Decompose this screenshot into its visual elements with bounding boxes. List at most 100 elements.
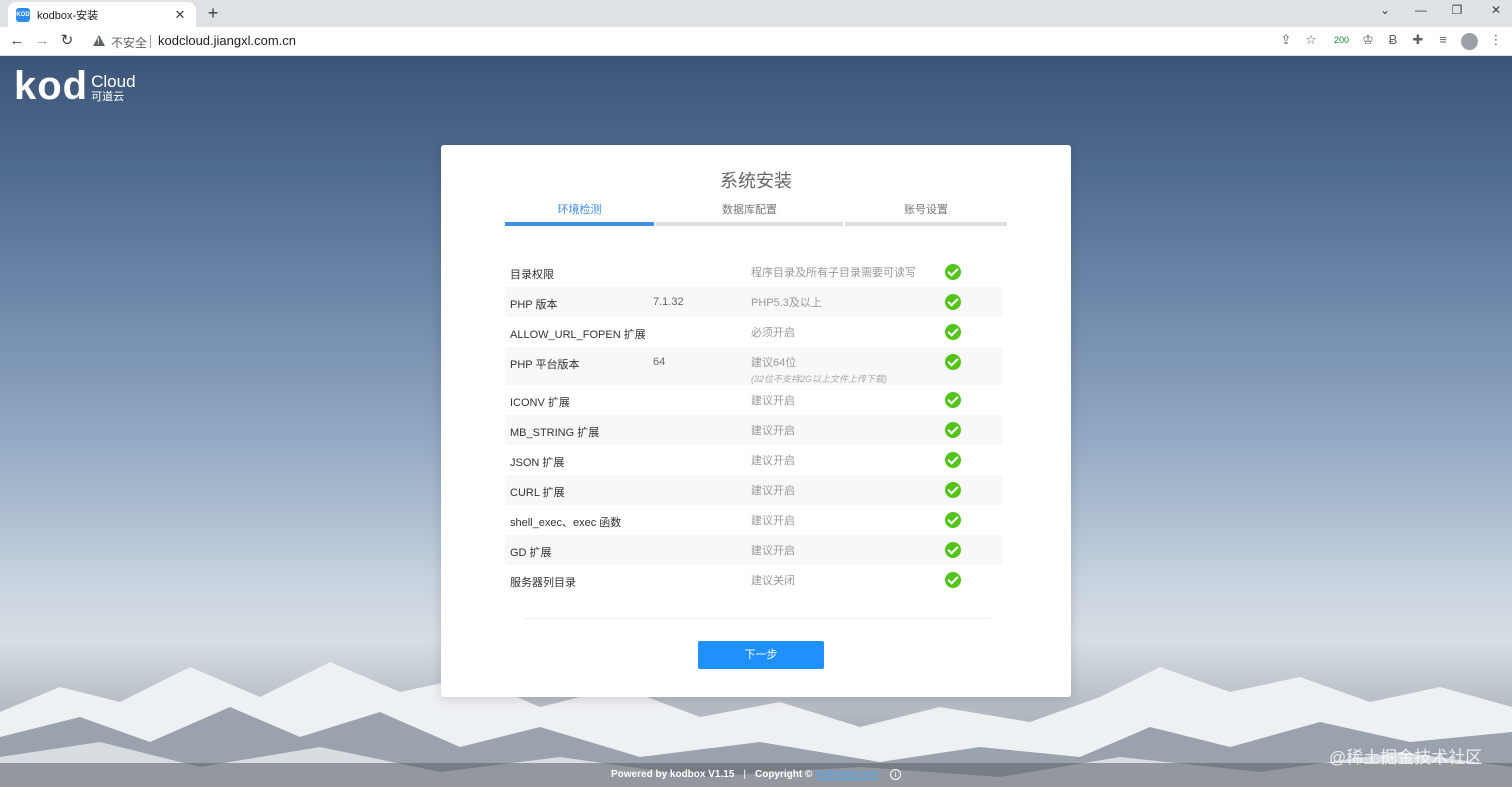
- check-requirement-text: 建议开启: [751, 545, 795, 557]
- environment-check-list: 目录权限 程序目录及所有子目录需要可读写 PHP 版本 7.1.32 PHP5.3及以上…: [505, 257, 1003, 595]
- check-name: MB_STRING 扩展: [510, 427, 600, 439]
- check-requirement-text: 建议开启: [751, 425, 795, 437]
- not-secure-label[interactable]: 不安全: [111, 34, 147, 51]
- check-requirement: 必须开启: [751, 326, 943, 342]
- install-steps: 环境检测 数据库配置 账号设置: [505, 199, 1007, 226]
- footer-content: Powered by kodbox V1.15 | Copyright © ko…: [611, 769, 902, 780]
- kodcloud-link[interactable]: kodcloud.com: [816, 769, 878, 780]
- install-card: 系统安装 环境检测 数据库配置 账号设置 目录权限 程序目录及所有子目录需要可读写…: [441, 145, 1071, 697]
- share-icon[interactable]: ⇪: [1277, 32, 1295, 48]
- kodbox-favicon-icon: KOD: [16, 7, 30, 22]
- kodcloud-logo[interactable]: kod Cloud 可道云: [14, 64, 136, 108]
- check-requirement: PHP5.3及以上: [751, 296, 943, 312]
- check-requirement: 程序目录及所有子目录需要可读写: [751, 266, 943, 282]
- check-row: shell_exec、exec 函数 建议开启: [505, 505, 1003, 535]
- back-icon[interactable]: ←: [7, 31, 27, 51]
- check-row: 服务器列目录 建议关闭: [505, 565, 1003, 595]
- minimize-icon[interactable]: —: [1411, 3, 1431, 17]
- step-database-config[interactable]: 数据库配置: [656, 199, 843, 226]
- page-footer: Powered by kodbox V1.15 | Copyright © ko…: [0, 763, 1512, 787]
- install-title: 系统安装: [720, 171, 792, 191]
- check-pass-icon: [945, 422, 961, 438]
- step-environment-check[interactable]: 环境检测: [505, 199, 654, 226]
- check-requirement: 建议开启: [751, 544, 943, 560]
- check-name: 目录权限: [510, 269, 554, 281]
- extension-b-icon[interactable]: Ƀ: [1384, 32, 1402, 47]
- profile-avatar-icon[interactable]: [1461, 33, 1478, 50]
- check-row: PHP 平台版本 64 建议64位 (32位不支持2G以上文件上传下载): [505, 347, 1003, 385]
- check-pass-icon: [945, 294, 961, 310]
- check-row: ICONV 扩展 建议开启: [505, 385, 1003, 415]
- check-pass-icon: [945, 512, 961, 528]
- check-name: CURL 扩展: [510, 487, 565, 499]
- check-name: shell_exec、exec 函数: [510, 517, 622, 529]
- check-name: ALLOW_URL_FOPEN 扩展: [510, 329, 646, 341]
- check-requirement-text: 程序目录及所有子目录需要可读写: [751, 267, 916, 279]
- copyright-text: Copyright ©: [754, 769, 813, 780]
- check-value: 64: [653, 356, 666, 368]
- check-name: 服务器列目录: [510, 577, 576, 589]
- check-value: 7.1.32: [653, 296, 684, 308]
- check-requirement-text: 建议开启: [751, 485, 795, 497]
- address-bar-url[interactable]: kodcloud.jiangxl.com.cn: [158, 33, 296, 48]
- card-divider: [525, 618, 991, 619]
- check-requirement-text: 建议关闭: [751, 575, 795, 587]
- tab-title: kodbox-安装: [37, 9, 99, 22]
- check-requirement-text: 必须开启: [751, 327, 795, 339]
- check-pass-icon: [945, 452, 961, 468]
- forward-icon[interactable]: →: [32, 31, 52, 51]
- juejin-watermark: @稀土掘金技术社区: [1329, 748, 1483, 767]
- tab-close-icon[interactable]: ✕: [172, 7, 188, 23]
- check-name: PHP 版本: [510, 299, 558, 311]
- check-pass-icon: [945, 482, 961, 498]
- check-requirement-text: 建议开启: [751, 455, 795, 467]
- extension-count-badge[interactable]: 200: [1334, 35, 1349, 45]
- footer-separator: |: [743, 769, 746, 780]
- check-row: PHP 版本 7.1.32 PHP5.3及以上: [505, 287, 1003, 317]
- check-requirement-text: 建议64位: [751, 357, 797, 369]
- check-requirement: 建议开启: [751, 454, 943, 470]
- logo-wordmark: kod: [14, 64, 89, 108]
- reading-list-icon[interactable]: ≡: [1434, 32, 1452, 47]
- check-requirement-text: 建议开启: [751, 395, 795, 407]
- check-pass-icon: [945, 572, 961, 588]
- check-pass-icon: [945, 324, 961, 340]
- powered-by-text: Powered by kodbox V1.15: [611, 769, 735, 780]
- check-row: MB_STRING 扩展 建议开启: [505, 415, 1003, 445]
- check-row: JSON 扩展 建议开启: [505, 445, 1003, 475]
- check-requirement: 建议开启: [751, 424, 943, 440]
- restore-icon[interactable]: ❐: [1447, 3, 1467, 17]
- address-separator: [150, 35, 151, 48]
- check-pass-icon: [945, 542, 961, 558]
- check-requirement-text: 建议开启: [751, 515, 795, 527]
- logo-side: Cloud 可道云: [91, 73, 135, 103]
- new-tab-icon[interactable]: +: [203, 4, 223, 22]
- extension-crown-icon[interactable]: ♔: [1359, 32, 1377, 48]
- tab-search-chevron-icon[interactable]: ⌄: [1375, 3, 1395, 17]
- check-requirement-text: PHP5.3及以上: [751, 297, 822, 309]
- bookmark-star-icon[interactable]: ☆: [1302, 32, 1320, 48]
- close-window-icon[interactable]: ✕: [1486, 3, 1506, 17]
- check-row: CURL 扩展 建议开启: [505, 475, 1003, 505]
- info-icon[interactable]: i: [890, 769, 902, 780]
- browser-tab[interactable]: KOD kodbox-安装 ✕: [8, 2, 196, 27]
- next-step-button[interactable]: 下一步: [698, 641, 824, 669]
- step-account-settings[interactable]: 账号设置: [845, 199, 1007, 226]
- browser-tabstrip: KOD kodbox-安装 ✕ + ⌄ — ❐ ✕: [0, 0, 1512, 27]
- check-row: GD 扩展 建议开启: [505, 535, 1003, 565]
- logo-chinese-text: 可道云: [91, 91, 125, 103]
- check-row: ALLOW_URL_FOPEN 扩展 必须开启: [505, 317, 1003, 347]
- check-row: 目录权限 程序目录及所有子目录需要可读写: [505, 257, 1003, 287]
- check-name: GD 扩展: [510, 547, 552, 559]
- check-pass-icon: [945, 354, 961, 370]
- not-secure-warning-icon[interactable]: [93, 35, 105, 46]
- check-requirement: 建议关闭: [751, 574, 943, 590]
- extensions-puzzle-icon[interactable]: ✚: [1409, 32, 1427, 48]
- check-requirement: 建议开启: [751, 514, 943, 530]
- logo-cloud-text: Cloud: [91, 72, 136, 91]
- reload-icon[interactable]: ↻: [57, 31, 77, 51]
- check-pass-icon: [945, 264, 961, 280]
- check-requirement: 建议开启: [751, 484, 943, 500]
- browser-menu-icon[interactable]: ⋮: [1487, 32, 1505, 48]
- check-name: PHP 平台版本: [510, 359, 580, 371]
